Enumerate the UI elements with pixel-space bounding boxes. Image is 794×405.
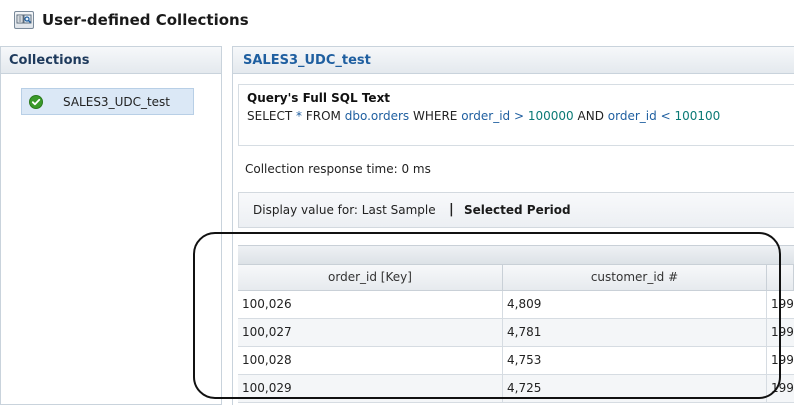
table-cell: 4,809 <box>503 291 767 318</box>
collections-panel-header: Collections <box>0 46 222 74</box>
sql-table: dbo.orders <box>344 109 410 123</box>
table-cell: 4,753 <box>503 347 767 374</box>
column-header-order-id[interactable]: order_id [Key] <box>238 265 503 291</box>
table-cell: 100,028 <box>238 347 503 374</box>
title-bar: User-defined Collections <box>0 0 794 40</box>
table-cell: 199 <box>771 297 794 311</box>
response-time-label: Collection response time: 0 ms <box>245 162 431 176</box>
sql-select: SELECT <box>247 109 293 123</box>
detail-header-title: SALES3_UDC_test <box>243 53 371 68</box>
table-cell: 4,725 <box>503 375 767 402</box>
sql-lt: < <box>660 109 671 123</box>
query-text-box: Query's Full SQL Text SELECT * FROM dbo.… <box>238 84 794 146</box>
table-cell: 199 <box>771 381 794 395</box>
display-value-bar: Display value for: Last Sample | Selecte… <box>238 192 794 228</box>
check-circle-icon <box>29 95 43 109</box>
sql-star: * <box>296 109 303 123</box>
table-row[interactable]: 100,027 4,781 199 <box>238 319 794 347</box>
table-cell: 100,027 <box>238 319 503 346</box>
table-cell: 4,781 <box>503 319 767 346</box>
table-cell: 100,029 <box>238 375 503 402</box>
sql-col1: order_id <box>461 109 511 123</box>
table-cell: 199 <box>771 325 794 339</box>
display-separator: | <box>449 202 454 217</box>
display-selected-period[interactable]: Selected Period <box>464 203 571 217</box>
sql-and: AND <box>577 109 604 123</box>
table-toolbar <box>238 245 794 265</box>
query-title: Query's Full SQL Text <box>247 91 391 105</box>
collection-item-sales3-udc-test[interactable]: SALES3_UDC_test <box>21 88 194 115</box>
sql-value2: 100100 <box>674 109 721 123</box>
column-header-customer-id[interactable]: customer_id # <box>503 265 767 291</box>
sql-from: FROM <box>305 109 341 123</box>
query-sql-text: SELECT * FROM dbo.orders WHERE order_id … <box>247 109 720 123</box>
table-cell: 100,026 <box>238 291 503 318</box>
page-title: User-defined Collections <box>42 11 249 29</box>
column-header-3[interactable] <box>767 265 794 291</box>
detail-panel-header: SALES3_UDC_test <box>232 46 794 74</box>
collections-icon <box>14 11 34 29</box>
sql-col2: order_id <box>607 109 657 123</box>
table-row[interactable]: 100,026 4,809 199 <box>238 291 794 319</box>
collections-header-label: Collections <box>9 53 90 68</box>
sql-gt: > <box>513 109 525 123</box>
display-value-last-sample[interactable]: Display value for: Last Sample <box>253 203 436 217</box>
table-row[interactable]: 100,028 4,753 199 <box>238 347 794 375</box>
table-cell: 199 <box>771 353 794 367</box>
collection-item-label: SALES3_UDC_test <box>63 95 171 109</box>
table-row[interactable]: 100,029 4,725 199 <box>238 375 794 403</box>
sql-value1: 100000 <box>527 109 574 123</box>
sql-where: WHERE <box>412 109 458 123</box>
